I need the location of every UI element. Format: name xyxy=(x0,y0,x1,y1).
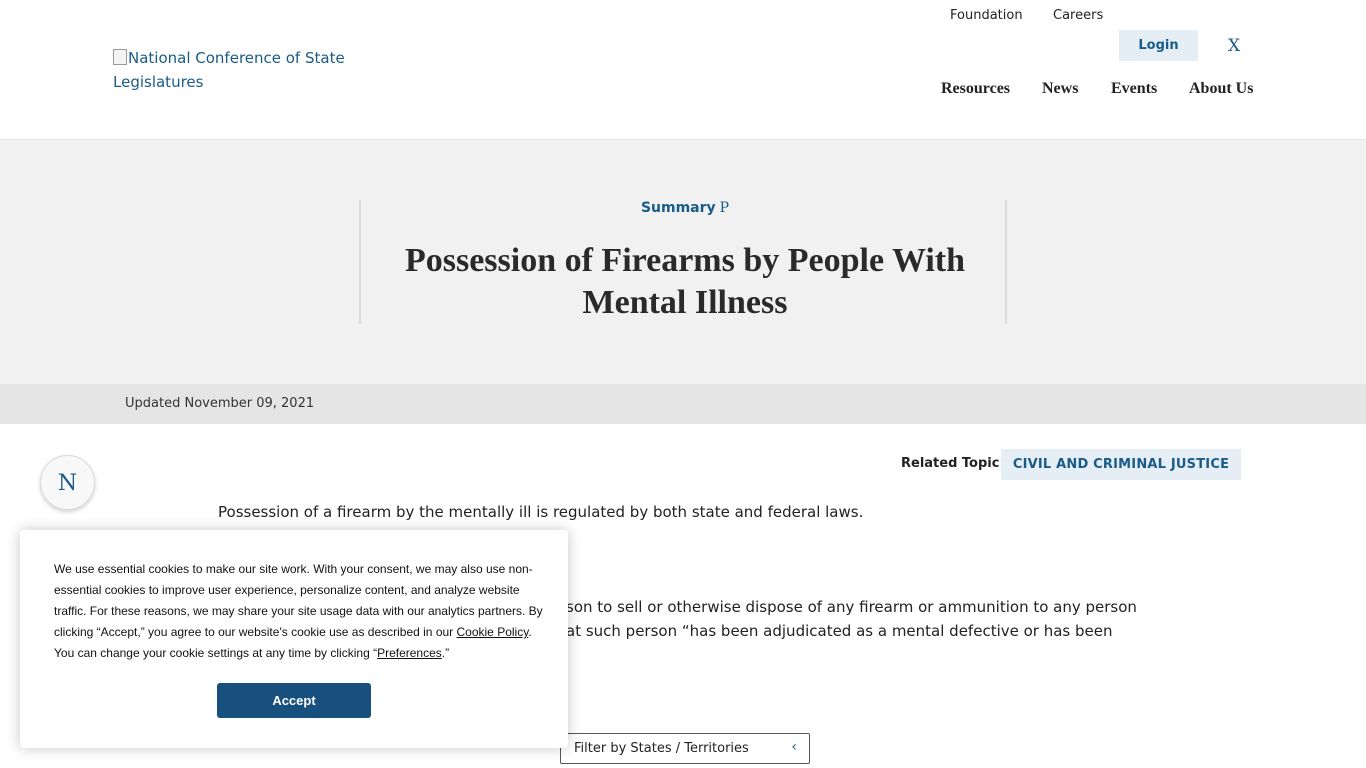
intro-paragraph: Possession of a firearm by the mentally … xyxy=(218,503,864,521)
summary-icon: P xyxy=(719,200,730,216)
cookie-text-part-3: .” xyxy=(441,646,450,660)
cookie-policy-link[interactable]: Cookie Policy xyxy=(457,625,529,639)
ncsl-badge-icon[interactable]: N xyxy=(40,455,95,510)
page-title-line-1: Possession of Firearms by People With xyxy=(404,242,966,279)
x-social-icon[interactable]: X xyxy=(1228,36,1240,56)
updated-date: Updated November 09, 2021 xyxy=(125,396,315,411)
page-title: Possession of Firearms by People With Me… xyxy=(361,240,1009,324)
filter-states-label: Filter by States / Territories xyxy=(574,741,749,756)
nav-events[interactable]: Events xyxy=(1111,80,1157,98)
related-topic-label: Related Topic: xyxy=(901,456,1005,471)
hero-title-frame: Summary P Possession of Firearms by Peopl… xyxy=(359,200,1007,324)
page-title-line-2: Mental Illness xyxy=(582,284,788,321)
foundation-link[interactable]: Foundation xyxy=(950,0,1023,32)
site-header: National Conference of State Legislature… xyxy=(0,0,1366,139)
related-topic-tag[interactable]: CIVIL AND CRIMINAL JUSTICE xyxy=(1001,449,1241,480)
cookie-consent-text: We use essential cookies to make our sit… xyxy=(54,559,544,664)
cookie-consent-dialog: We use essential cookies to make our sit… xyxy=(20,530,568,748)
nav-news[interactable]: News xyxy=(1042,80,1078,98)
login-button[interactable]: Login xyxy=(1119,30,1198,61)
federal-law-paragraph-line-2: at such person “has been adjudicated as … xyxy=(566,622,1113,640)
federal-law-paragraph-line-1: son to sell or otherwise dispose of any … xyxy=(566,598,1137,616)
chevron-left-icon: ‹ xyxy=(791,739,797,755)
updated-bar: Updated November 09, 2021 xyxy=(0,384,1366,424)
nav-about-us[interactable]: About Us xyxy=(1189,80,1253,98)
nav-resources[interactable]: Resources xyxy=(941,80,1010,98)
preferences-link[interactable]: Preferences xyxy=(377,646,442,660)
careers-link[interactable]: Careers xyxy=(1053,0,1103,32)
content-type-label: Summary P xyxy=(361,200,1009,216)
page-hero: Summary P Possession of Firearms by Peopl… xyxy=(0,139,1366,384)
filter-states-select[interactable]: Filter by States / Territories ‹ xyxy=(560,733,810,764)
logo-alt-text: National Conference of State Legislature… xyxy=(113,49,345,91)
broken-image-icon xyxy=(113,49,127,65)
content-type-text: Summary xyxy=(640,200,716,216)
site-logo-link[interactable]: National Conference of State Legislature… xyxy=(113,46,353,94)
accept-cookies-button[interactable]: Accept xyxy=(217,683,371,718)
